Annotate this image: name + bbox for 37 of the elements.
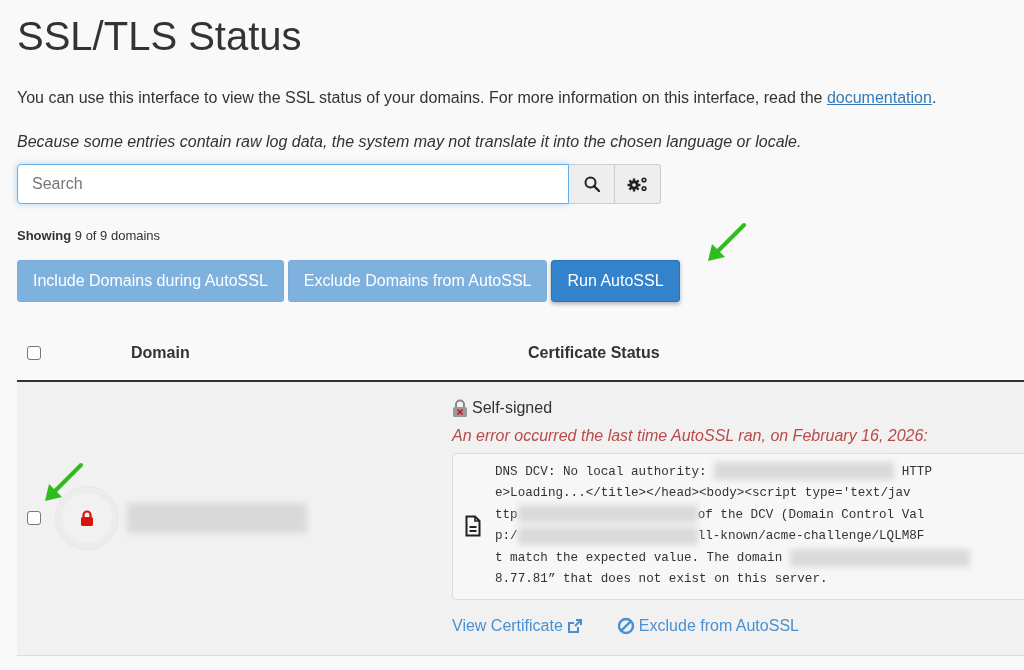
document-icon [465,515,481,538]
log-text: ll-known/acme-challenge/LQLM8F [697,529,925,544]
log-text: of the DCV (Domain Control Val [697,507,925,522]
documentation-link[interactable]: documentation [826,89,932,106]
log-text: ttp [495,507,518,522]
log-text: 8.77.81” that does not exist on this server. [495,572,828,587]
settings-button[interactable] [615,164,661,204]
annotation-arrow [42,462,84,504]
log-text: t match the expected value. The domain [495,550,784,565]
search-icon [583,176,600,192]
note-text: Because some entries contain raw log data, the system may not translate it into the chosen language or locale. [17,132,803,152]
annotation-arrow [705,222,747,264]
result-count: Showing 9 of 9 domains [17,227,162,245]
row-checkbox[interactable] [27,511,41,525]
search-field[interactable]: Search [17,164,569,204]
certificate-status: Self-signed [472,397,553,418]
select-all-checkbox[interactable] [27,345,41,360]
log-text: p:/ [495,529,518,544]
action-link[interactable]: Exclude from AutoSSL [616,614,799,639]
settings-icon [626,176,649,192]
padlock-icon [80,510,94,526]
intro-text: You can use this interface to view the SSL status of your domains. For more information on this interface, read the documentation. [17,88,938,108]
action-link[interactable]: View Certificate [452,614,583,639]
column-header: Certificate Status [528,343,660,361]
error-message: An error occurred the last time AutoSSL ran, on February 16, 2026: [452,425,929,446]
column-header: Domain [131,343,190,361]
autossl-button[interactable]: Run AutoSSL [551,259,680,302]
autossl-button[interactable]: Exclude Domains from AutoSSL [287,259,548,302]
log-text: HTTP [900,464,932,479]
log-text: DNS DCV: No local authority: [495,464,708,479]
external-link-icon [566,618,583,635]
search-button[interactable] [569,164,615,204]
padlock-icon [452,398,468,417]
autossl-button[interactable]: Include Domains during AutoSSL [17,259,284,302]
block-icon [616,617,635,636]
log-text: e>Loading...</title></head><body><script type='text/jav [495,486,911,501]
page-title: SSL/TLS Status [17,13,303,60]
